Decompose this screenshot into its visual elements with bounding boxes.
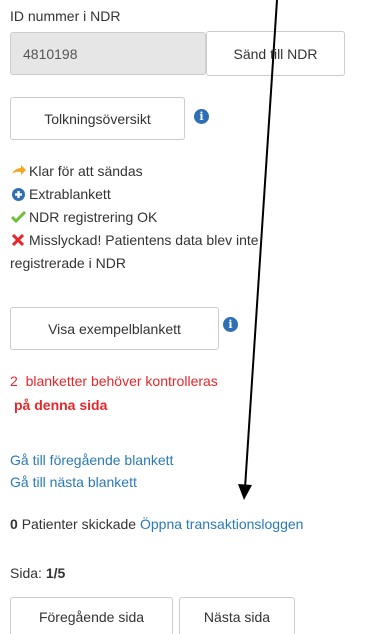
warning-message: blanketter behöver kontrolleras [25,373,218,389]
ndr-id-field[interactable]: 4810198 [10,32,206,75]
legend-failed-label-continued: registrerade i NDR [10,255,126,271]
previous-form-link[interactable]: Gå till föregående blankett [10,452,173,468]
warning-page-text: på denna sida [14,397,108,413]
next-page-button[interactable]: Nästa sida [179,597,295,634]
legend-failed: Misslyckad! Patientens data blev inte [10,232,259,248]
interpretation-overview-button[interactable]: Tolkningsöversikt [10,97,185,140]
page-value: 1/5 [45,565,66,581]
legend-ok: NDR registrering OK [10,209,157,225]
previous-page-button[interactable]: Föregående sida [10,597,173,634]
send-to-ndr-button[interactable]: Sänd till NDR [206,31,345,76]
legend-ok-label: NDR registrering OK [29,209,158,225]
transactions-row: 0 Patienter skickade Öppna transaktionsl… [10,516,303,532]
check-icon [10,211,26,223]
legend-ready-label: Klar för att sändas [29,163,143,179]
info-circle-icon[interactable]: i [223,317,238,332]
cross-icon [10,234,26,246]
info-circle-icon[interactable]: i [194,109,209,124]
show-example-form-button[interactable]: Visa exempelblankett [10,307,219,350]
page-indicator: Sida: 1/5 [10,565,65,581]
legend-failed-label: Misslyckad! Patientens data blev inte [29,232,259,248]
page-label: Sida: [10,565,42,581]
arrow-right-icon [10,165,26,177]
open-transaction-log-link[interactable]: Öppna transaktionsloggen [140,516,303,532]
warning-count: 2 [10,373,18,389]
ndr-id-label: ID nummer i NDR [10,8,121,24]
next-form-link[interactable]: Gå till nästa blankett [10,474,137,490]
legend-extra: Extrablankett [10,186,111,202]
legend-extra-label: Extrablankett [29,186,111,202]
plus-circle-icon [10,187,26,201]
warning-text: 2 blanketter behöver kontrolleras [10,373,218,389]
patients-sent-count: 0 [10,516,18,532]
patients-sent-label: Patienter skickade [21,516,137,532]
legend-ready: Klar för att sändas [10,163,143,179]
